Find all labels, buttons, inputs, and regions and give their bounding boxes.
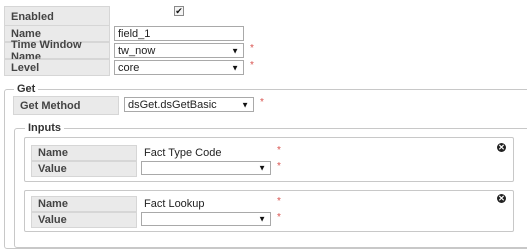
chevron-down-icon: ▼ [231,46,239,55]
name-input[interactable]: field_1 [114,26,244,41]
required-marker: * [277,196,281,207]
level-value: core [118,61,140,74]
required-marker: * [277,145,281,156]
get-method-label: Get Method [13,96,119,115]
chevron-down-icon: ▼ [258,163,266,173]
get-method-select[interactable]: dsGet.dsGetBasic ▼ [124,97,254,112]
input-value-select[interactable]: ▼ [141,212,271,226]
input-value-label: Value [31,212,137,228]
chevron-down-icon: ▼ [241,100,249,109]
inputs-legend: Inputs [25,122,64,134]
get-method-value: dsGet.dsGetBasic [128,98,217,111]
required-marker: * [250,43,254,54]
required-marker: * [260,97,264,108]
time-window-label: Time Window Name [4,39,110,63]
enabled-checkbox[interactable]: ✔ [174,6,184,16]
checkmark-icon: ✔ [175,6,183,16]
chevron-down-icon: ▼ [258,214,266,224]
input-value-label: Value [31,161,137,177]
chevron-down-icon: ▼ [231,63,239,72]
input-name-label: Name [31,196,137,212]
required-marker: * [277,161,281,172]
input-name-value: Fact Type Code [144,147,222,159]
x-circle-icon[interactable]: ✕ [497,194,506,203]
level-label: Level [4,59,110,76]
input-name-value: Fact Lookup [144,198,205,210]
input-name-label: Name [31,145,137,161]
input-value-select[interactable]: ▼ [141,161,271,175]
time-window-select[interactable]: tw_now ▼ [114,43,244,58]
level-select[interactable]: core ▼ [114,60,244,75]
required-marker: * [250,60,254,71]
time-window-value: tw_now [118,44,156,57]
required-marker: * [277,212,281,223]
x-circle-icon[interactable]: ✕ [497,143,506,152]
get-legend: Get [14,83,39,95]
